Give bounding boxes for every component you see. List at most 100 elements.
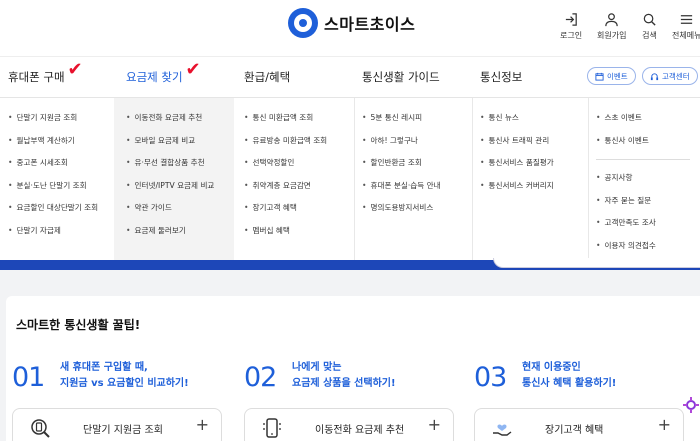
search-icon: [643, 13, 656, 26]
signup-label: 회원가입: [597, 31, 627, 40]
tip-number: 03: [474, 362, 507, 393]
menu-item[interactable]: 선택약정할인: [244, 155, 352, 178]
nav-telecom-info-label: 통신정보: [480, 70, 523, 84]
menu-item[interactable]: 할인반환금 조회: [362, 155, 470, 178]
nav-refund-benefit[interactable]: 환급/혜택: [244, 69, 290, 85]
tips-card: 스마트한 통신생활 꿀팁! 01 새 휴대폰 구입할 때, 지원금 vs 요금할…: [6, 296, 700, 441]
mega-menu: 단말기 지원금 조회 월납부액 계산하기 중고폰 시세조회 분실·도난 단말기 …: [0, 98, 700, 260]
all-menu-button[interactable]: 전체메뉴: [672, 12, 700, 41]
tile-long-term-benefit[interactable]: 장기고객 혜택 +: [474, 408, 684, 441]
logo-mark-icon: [288, 8, 318, 38]
site-header: 스마트초이스 로그인 회원가입 검색 전체메뉴: [0, 0, 700, 54]
user-icon: [605, 13, 618, 27]
login-button[interactable]: 로그인: [560, 12, 582, 41]
menu-col-extra: 스초 이벤트 통신사 이벤트 공지사항 자주 묻는 질문 고객만족도 조사 이용…: [596, 98, 700, 260]
tip-line: 현재 이용중인: [522, 362, 581, 373]
section-title: 스마트한 통신생활 꿀팁!: [16, 318, 141, 332]
magnifier-phone-icon: [31, 419, 50, 438]
tile-label: 단말기 지원금 조회: [83, 425, 163, 436]
tip-line: 새 휴대폰 구입할 때,: [60, 362, 148, 373]
menu-item[interactable]: 스초 이벤트: [596, 110, 700, 133]
menu-item[interactable]: 장기고객 혜택: [244, 200, 352, 223]
page: 스마트초이스 로그인 회원가입 검색 전체메뉴 휴대폰 구매 ✔ 요금제 찾기 …: [0, 0, 700, 441]
menu-divider: [472, 98, 473, 260]
menu-item[interactable]: 단말기 지원금 조회: [8, 110, 114, 133]
menu-item[interactable]: 통신서비스 품질평가: [480, 155, 588, 178]
menu-item[interactable]: 통신사 트래픽 관리: [480, 133, 588, 156]
tip-line: 나에게 맞는: [292, 362, 342, 373]
nav-plan-search[interactable]: 요금제 찾기 ✔: [126, 59, 201, 85]
signup-button[interactable]: 회원가입: [597, 12, 626, 41]
menu-divider: [588, 98, 589, 260]
menu-item[interactable]: 인터넷/IPTV 요금제 비교: [126, 178, 234, 201]
calendar-icon: [595, 72, 604, 81]
tip-text: 새 휴대폰 구입할 때, 지원금 vs 요금할인 비교하기!: [60, 360, 189, 392]
plus-icon: +: [195, 415, 209, 434]
tip-number: 01: [12, 362, 45, 393]
menu-item[interactable]: 통신사 이벤트: [596, 133, 700, 156]
menu-item[interactable]: 모바일 요금제 비교: [126, 133, 234, 156]
nav-phone-purchase-label: 휴대폰 구매: [8, 70, 65, 84]
menu-item[interactable]: 공지사항: [596, 170, 700, 193]
menu-item[interactable]: 멤버십 혜택: [244, 223, 352, 246]
menu-item[interactable]: 5분 통신 레시피: [362, 110, 470, 133]
nav-guide[interactable]: 통신생활 가이드: [362, 69, 440, 85]
search-box[interactable]: [493, 258, 700, 268]
menu-item[interactable]: 자주 묻는 질문: [596, 193, 700, 216]
menu-col-info: 통신 뉴스 통신사 트래픽 관리 통신서비스 품질평가 통신서비스 커버리지: [480, 98, 588, 260]
logo-text: 스마트초이스: [324, 15, 416, 34]
menu-item[interactable]: 분실·도난 단말기 조회: [8, 178, 114, 201]
red-check-icon: ✔: [185, 59, 201, 80]
tile-plan-recommend[interactable]: 이동전화 요금제 추천 +: [244, 408, 454, 441]
plus-icon: +: [657, 415, 671, 434]
menu-item[interactable]: 중고폰 시세조회: [8, 155, 114, 178]
event-chip[interactable]: 이벤트: [587, 67, 636, 85]
menu-item[interactable]: 이동전화 요금제 추천: [126, 110, 234, 133]
tip-text: 현재 이용중인 통신사 혜택 활용하기!: [522, 360, 616, 392]
tile-label: 장기고객 혜택: [545, 425, 604, 436]
nav-refund-benefit-label: 환급/혜택: [244, 70, 291, 84]
tile-label: 이동전화 요금제 추천: [315, 425, 405, 436]
menu-item[interactable]: 통신 미환급액 조회: [244, 110, 352, 133]
main-nav: 휴대폰 구매 ✔ 요금제 찾기 ✔ 환급/혜택 통신생활 가이드 통신정보 이벤…: [0, 56, 700, 98]
menu-item[interactable]: 취약계층 요금감면: [244, 178, 352, 201]
menu-item[interactable]: 고객만족도 조사: [596, 215, 700, 238]
menu-col-plan: 이동전화 요금제 추천 모바일 요금제 비교 유·무선 결합상품 추천 인터넷/…: [114, 98, 234, 260]
menu-item[interactable]: 월납부액 계산하기: [8, 133, 114, 156]
tile-device-subsidy[interactable]: 단말기 지원금 조회 +: [12, 408, 222, 441]
floating-assistant-icon[interactable]: [682, 396, 700, 414]
menu-icon: [681, 15, 693, 24]
menu-item[interactable]: 요금할인 대상단말기 조회: [8, 200, 114, 223]
search-label: 검색: [642, 31, 657, 40]
red-check-icon: ✔: [67, 59, 83, 80]
login-label: 로그인: [560, 31, 583, 40]
nav-telecom-info[interactable]: 통신정보: [480, 69, 522, 85]
site-logo[interactable]: 스마트초이스: [288, 8, 415, 38]
menu-item[interactable]: 약관 가이드: [126, 200, 234, 223]
menu-divider: [354, 98, 355, 260]
login-icon: [565, 13, 577, 26]
menu-item[interactable]: 요금제 둘러보기: [126, 223, 234, 246]
menu-item[interactable]: 통신 뉴스: [480, 110, 588, 133]
menu-col-refund: 통신 미환급액 조회 유료방송 미환급액 조회 선택약정할인 취약계층 요금감면…: [244, 98, 352, 260]
all-menu-label: 전체메뉴: [672, 31, 700, 40]
plus-icon: +: [427, 415, 441, 434]
tip-line: 지원금 vs 요금할인 비교하기!: [60, 378, 189, 389]
menu-item[interactable]: 통신서비스 커버리지: [480, 178, 588, 201]
menu-item[interactable]: 명의도용방지서비스: [362, 200, 470, 223]
menu-item[interactable]: 유료방송 미환급액 조회: [244, 133, 352, 156]
tip-line: 통신사 혜택 활용하기!: [522, 378, 617, 389]
menu-item[interactable]: 유·무선 결합상품 추천: [126, 155, 234, 178]
menu-item[interactable]: 휴대폰 분실·습득 안내: [362, 178, 470, 201]
search-button[interactable]: 검색: [642, 12, 657, 41]
hand-heart-icon: [493, 424, 512, 436]
menu-item[interactable]: 아하! 그렇구나: [362, 133, 470, 156]
tip-text: 나에게 맞는 요금제 상품을 선택하기!: [292, 360, 396, 392]
nav-phone-purchase[interactable]: 휴대폰 구매 ✔: [8, 59, 83, 85]
menu-item[interactable]: 단말기 자급제: [8, 223, 114, 246]
nav-guide-label: 통신생활 가이드: [362, 70, 440, 84]
menu-item[interactable]: 이용자 의견접수: [596, 238, 700, 261]
support-chip[interactable]: 고객센터: [642, 67, 698, 85]
tip-line: 요금제 상품을 선택하기!: [292, 378, 396, 389]
menu-divider: [596, 159, 690, 160]
